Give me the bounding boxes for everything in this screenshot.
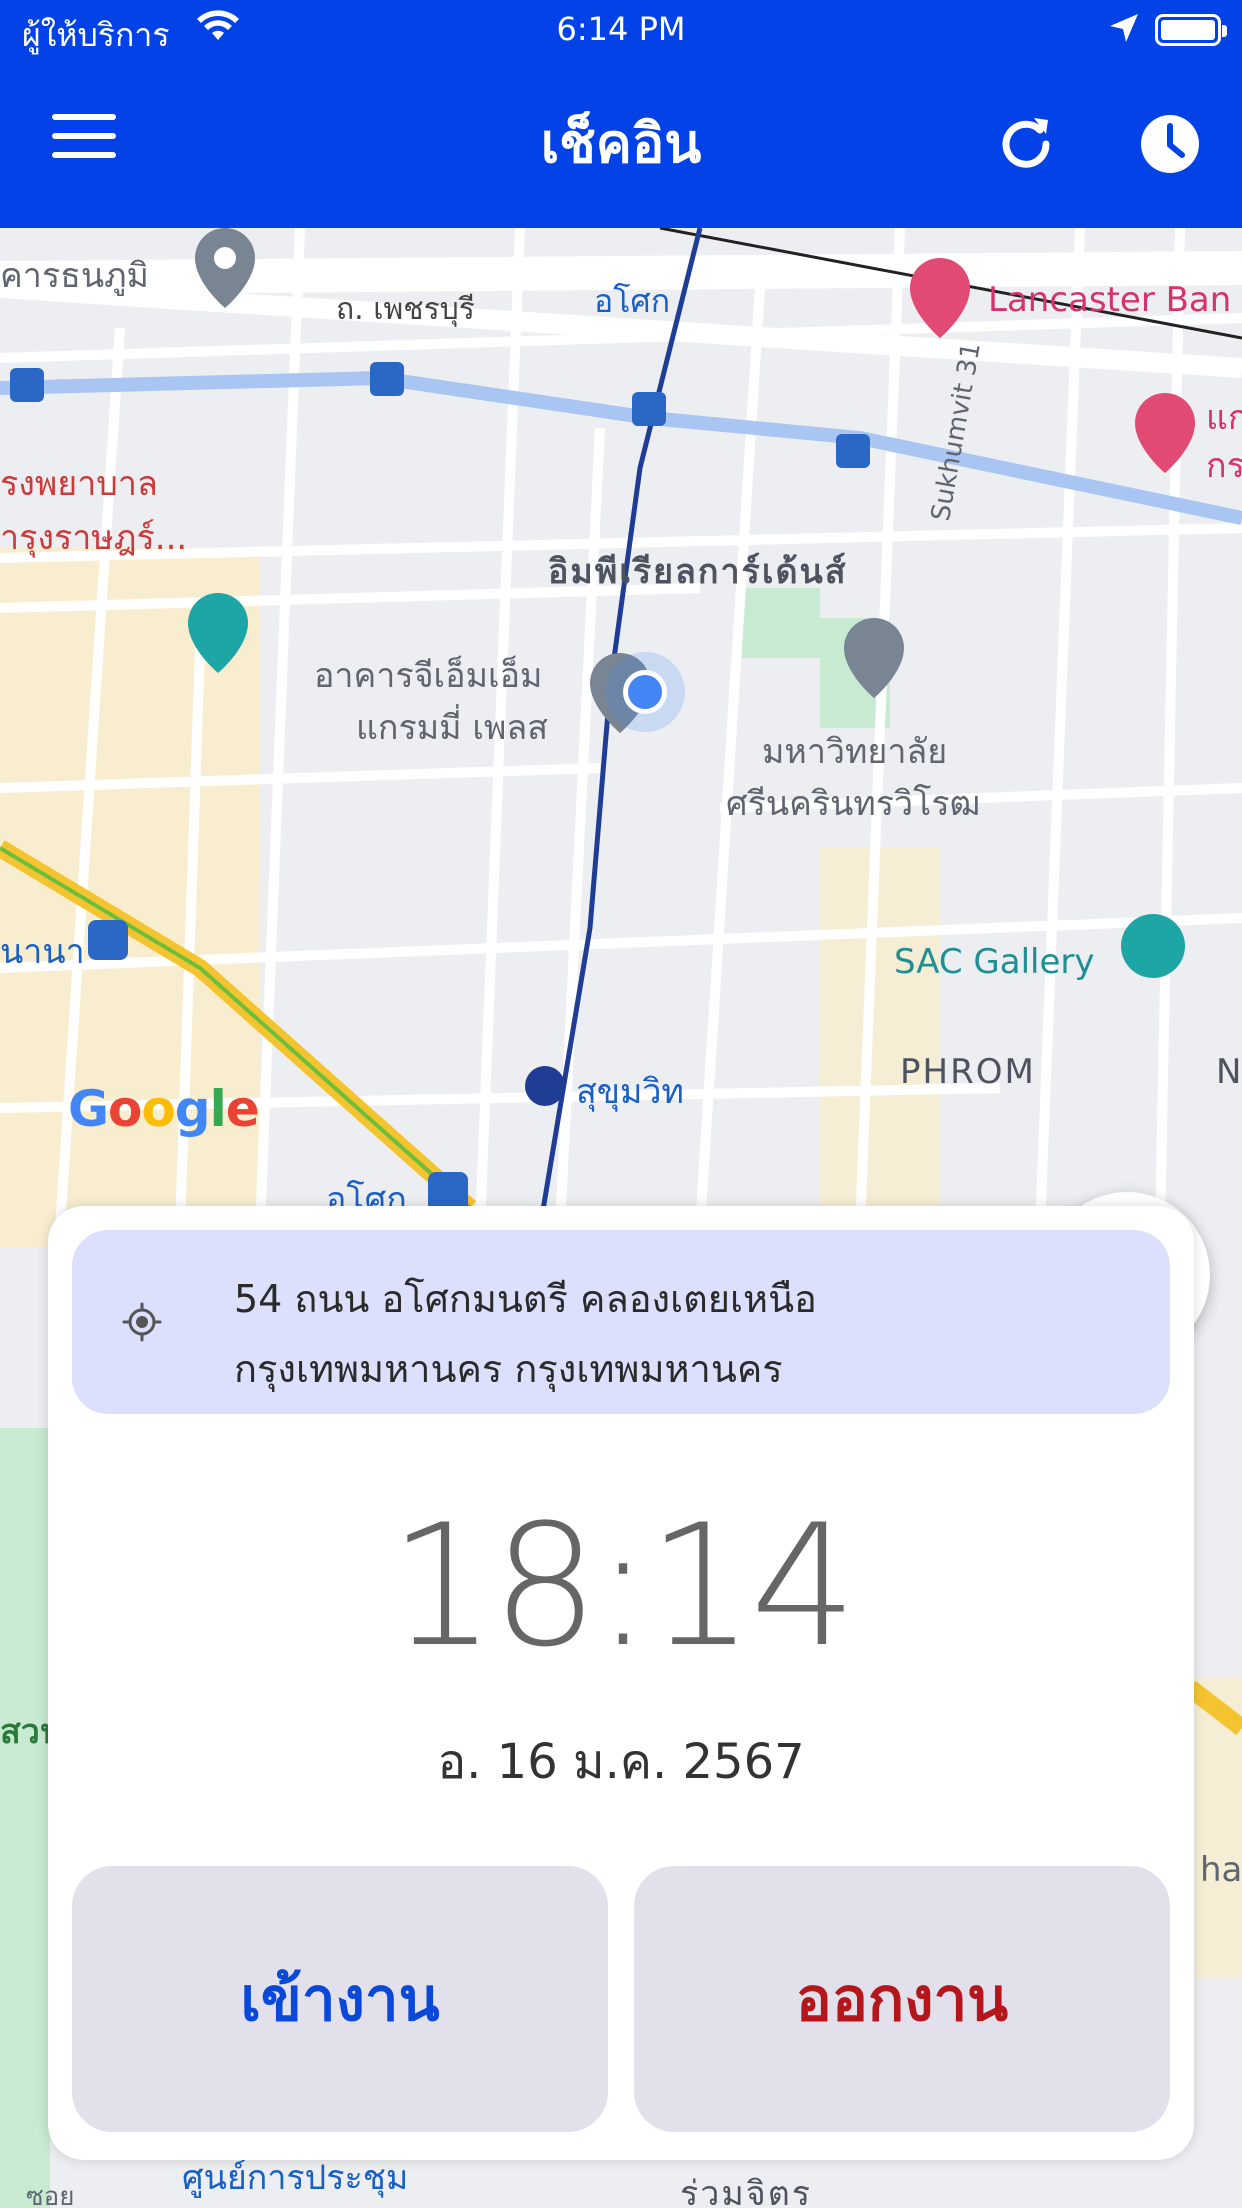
map-label: กร — [1206, 446, 1242, 486]
google-logo: Google — [68, 1080, 260, 1138]
check-in-button[interactable]: เข้างาน — [72, 1866, 608, 2132]
google-letter: o — [108, 1080, 142, 1138]
google-letter: G — [68, 1080, 109, 1138]
map-label: SAC Gallery — [894, 942, 1095, 982]
map-label: อาคารจีเอ็มเอ็ม — [314, 656, 543, 696]
map-label: สุขุมวิท — [576, 1072, 684, 1112]
map-label: Lancaster Ban — [988, 280, 1232, 320]
address-line2: กรุงเทพมหานคร กรุงเทพมหานคร — [234, 1347, 783, 1391]
map-label: ถ. เพชรบุรี — [336, 292, 475, 327]
map-label: อโศก — [594, 282, 671, 320]
map-label: อิมพีเรียลการ์เด้นส์ — [548, 552, 848, 592]
map-label: แกรมมี่ เพลส — [356, 708, 549, 748]
map-label: hai — [1200, 1850, 1242, 1890]
address-box: 54 ถนน อโศกมนตรี คลองเตยเหนือ กรุงเทพมหา… — [72, 1230, 1170, 1414]
clock-icon[interactable] — [1138, 112, 1202, 176]
map-label: NG — [1216, 1052, 1242, 1092]
checkin-card: 54 ถนน อโศกมนตรี คลองเตยเหนือ กรุงเทพมหา… — [48, 1206, 1194, 2160]
map-label: รงพยาบาล — [0, 464, 158, 504]
status-bar: ผู้ให้บริการ 6:14 PM — [0, 0, 1242, 62]
map-label: ศรีนครินทรวิโรฒ — [726, 784, 981, 824]
current-time: 18:14 — [388, 1488, 857, 1684]
current-date: อ. 16 ม.ค. 2567 — [437, 1734, 805, 1790]
refresh-icon[interactable] — [996, 112, 1056, 172]
map-label: นานา — [0, 932, 85, 972]
map-label: มหาวิทยาลัย — [762, 732, 948, 772]
map-label: คารธนภูมิ — [0, 256, 149, 296]
google-letter: l — [209, 1080, 227, 1138]
crosshair-icon — [122, 1302, 162, 1342]
google-letter: e — [225, 1080, 260, 1138]
battery-icon — [1155, 14, 1227, 46]
map-label: แก — [1206, 398, 1242, 438]
address-line1: 54 ถนน อโศกมนตรี คลองเตยเหนือ — [234, 1277, 817, 1321]
app-header: ผู้ให้บริการ 6:14 PM เช็คอิน — [0, 0, 1242, 228]
map-label: ซอย — [26, 2182, 75, 2208]
location-arrow-icon — [1110, 14, 1138, 42]
map-label: PHROM — [900, 1052, 1036, 1092]
google-letter: g — [174, 1080, 211, 1138]
status-time: 6:14 PM — [556, 10, 686, 48]
map-label: ำรุงราษฎร์... — [0, 518, 188, 558]
check-out-button[interactable]: ออกงาน — [634, 1866, 1170, 2132]
map-label: ร่วมจิตร — [680, 2174, 813, 2208]
google-letter: o — [141, 1080, 175, 1138]
